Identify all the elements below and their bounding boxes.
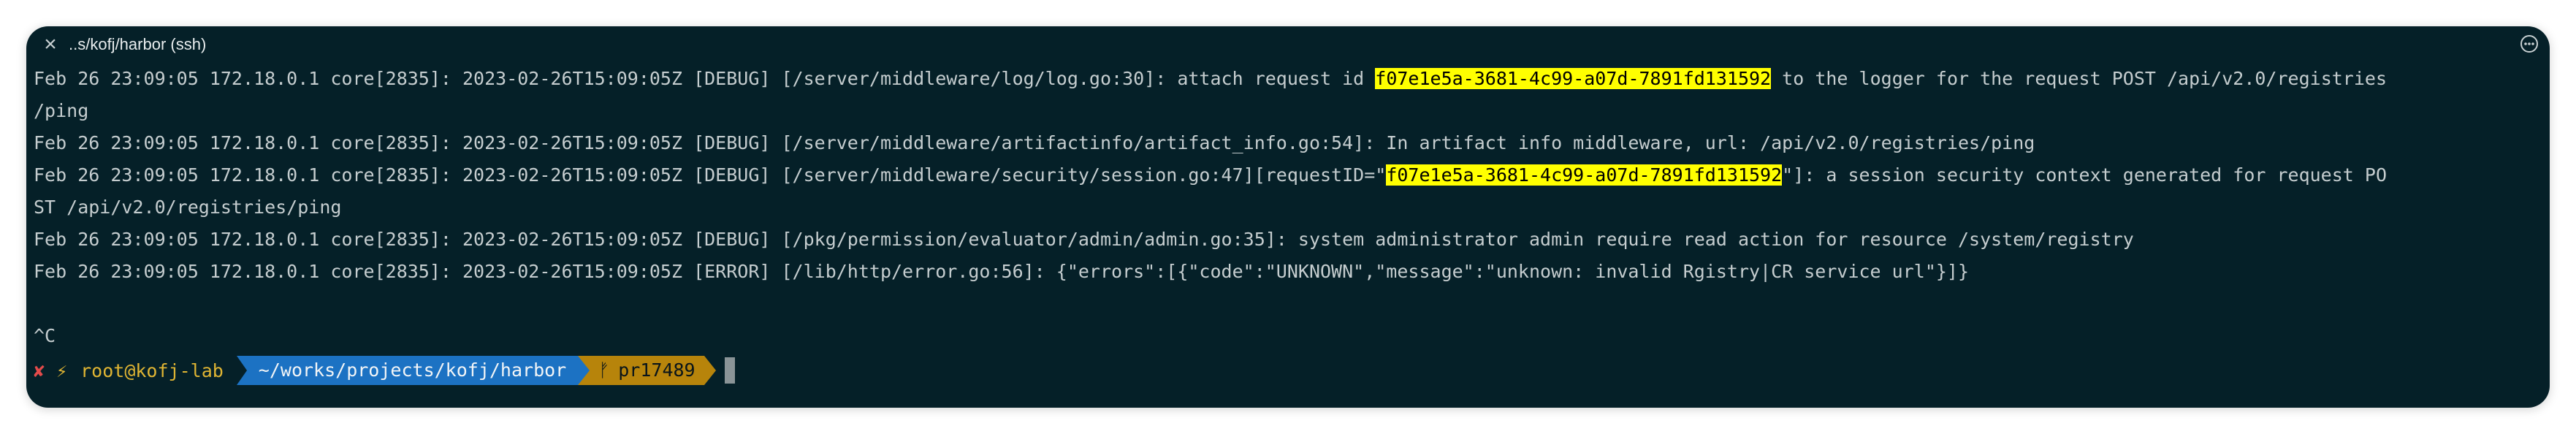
prompt-git-segment: ᚠ pr17489 (590, 356, 704, 385)
error-status-icon: ✘ (34, 359, 45, 381)
terminal-window: × ..s/kofj/harbor (ssh) Feb 26 23:09:05 … (26, 26, 2550, 408)
log-line: ST /api/v2.0/registries/ping (34, 197, 342, 218)
prompt-user-host: root@kofj-lab (80, 359, 224, 381)
shell-prompt: ✘ ⚡ root@kofj-lab ~/works/projects/kofj/… (34, 353, 2542, 388)
lightning-icon: ⚡ (56, 359, 68, 381)
prompt-path-segment: ~/works/projects/kofj/harbor (236, 356, 579, 385)
terminal-output[interactable]: Feb 26 23:09:05 172.18.0.1 core[2835]: 2… (34, 63, 2542, 408)
search-highlight: f07e1e5a-3681-4c99-a07d-7891fd131592 (1386, 164, 1783, 186)
git-branch-icon: ᚠ (598, 359, 610, 381)
log-line: Feb 26 23:09:05 172.18.0.1 core[2835]: 2… (34, 164, 2387, 186)
search-highlight: f07e1e5a-3681-4c99-a07d-7891fd131592 (1375, 68, 1772, 89)
text-cursor[interactable] (724, 357, 735, 384)
prompt-path: ~/works/projects/kofj/harbor (258, 359, 567, 381)
log-line: Feb 26 23:09:05 172.18.0.1 core[2835]: 2… (34, 229, 2134, 250)
interrupt-line: ^C (34, 325, 56, 346)
log-line: /ping (34, 100, 89, 121)
log-line: Feb 26 23:09:05 172.18.0.1 core[2835]: 2… (34, 68, 2387, 89)
title-bar: × ..s/kofj/harbor (ssh) (26, 26, 2550, 63)
more-options-icon[interactable] (2519, 34, 2539, 54)
segment-separator (704, 356, 716, 385)
log-line: Feb 26 23:09:05 172.18.0.1 core[2835]: 2… (34, 261, 1970, 282)
window-title: ..s/kofj/harbor (ssh) (69, 35, 207, 53)
git-branch-name: pr17489 (618, 359, 696, 381)
log-line: Feb 26 23:09:05 172.18.0.1 core[2835]: 2… (34, 132, 2035, 153)
close-tab-icon[interactable]: × (38, 32, 63, 57)
segment-separator (578, 356, 590, 385)
